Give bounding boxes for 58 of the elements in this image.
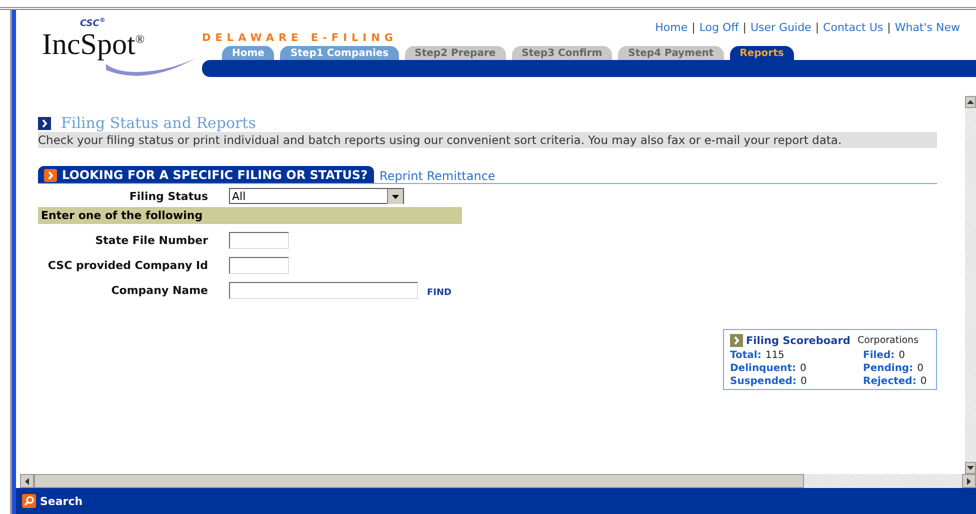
stat-value: 0 <box>920 376 927 387</box>
stat-value: 0 <box>917 363 924 374</box>
stat-label: Filed: <box>863 350 895 361</box>
input-field[interactable] <box>229 257 289 274</box>
top-link[interactable]: User Guide <box>750 21 812 36</box>
top-link[interactable]: What's New <box>894 21 960 36</box>
input-field[interactable] <box>229 282 418 299</box>
nav-tab[interactable]: Step2 Prepare <box>404 46 506 60</box>
scroll-right-icon[interactable] <box>967 478 971 484</box>
stat-value: 0 <box>898 350 906 361</box>
link-separator: | <box>887 21 891 36</box>
link-separator: | <box>692 21 696 36</box>
field-label: State File Number <box>94 234 209 247</box>
horizontal-scrollbar[interactable] <box>20 474 976 488</box>
find-link[interactable]: FIND <box>427 288 452 298</box>
top-link[interactable]: Log Off <box>699 21 739 36</box>
link-separator: | <box>742 21 746 36</box>
group-heading: Enter one of the following <box>38 207 462 224</box>
stat-label: Rejected: <box>863 376 916 387</box>
section-tab[interactable]: LOOKING FOR A SPECIFIC FILING OR STATUS? <box>38 166 374 183</box>
chevron-icon <box>44 168 57 182</box>
intro-text: Check your filing status or print individual and batch reports using our convenient sort criteria. You may also fax or e-mail your report data. <box>38 132 937 148</box>
logo-text: IncSpot$^{®}$ <box>42 30 144 60</box>
scoreboard-scope: Corporations <box>857 335 919 346</box>
nav-tab[interactable]: Home <box>222 46 274 60</box>
dropdown-arrow-icon <box>387 188 403 204</box>
top-link[interactable]: Home <box>655 21 688 36</box>
scroll-up-icon[interactable] <box>967 100 974 104</box>
link-separator: | <box>815 21 820 36</box>
stat-label: Suspended: <box>730 376 796 387</box>
nav-tab[interactable]: Reports <box>730 46 794 60</box>
input-field[interactable] <box>229 232 289 249</box>
status-dropdown[interactable]: All <box>229 188 404 204</box>
field-label: CSC provided Company Id <box>46 259 209 272</box>
chevron-icon <box>38 116 51 130</box>
section-tab[interactable]: Reprint Remittance <box>374 169 502 183</box>
field-label: Filing Status <box>128 190 209 202</box>
nav-tab[interactable]: Step1 Companies <box>280 46 399 60</box>
nav-tab[interactable]: Step3 Confirm <box>512 46 612 60</box>
vertical-scrollbar[interactable] <box>965 96 976 474</box>
scroll-left-icon[interactable] <box>25 478 29 484</box>
logo-small-text: CSC$^{®}$ <box>80 17 106 29</box>
search-link[interactable]: Search <box>40 494 83 508</box>
chevron-icon <box>730 334 743 347</box>
field-label: Company Name <box>110 284 209 297</box>
stat-value: 115 <box>765 350 784 361</box>
site-title: DELAWARE E-FILING <box>202 32 398 44</box>
scoreboard-title[interactable]: Filing Scoreboard <box>746 334 850 346</box>
stat-value: 0 <box>800 376 807 387</box>
search-icon <box>22 494 36 508</box>
page-title: Filing Status and Reports <box>61 114 256 132</box>
stat-label: Pending: <box>863 363 914 374</box>
stat-label: Total: <box>730 350 762 361</box>
nav-tab[interactable]: Step4 Payment <box>618 46 724 60</box>
scroll-down-icon[interactable] <box>967 466 974 470</box>
top-link[interactable]: Contact Us <box>823 21 884 36</box>
stat-value: 0 <box>800 363 806 374</box>
stat-label: Delinquent: <box>730 363 796 374</box>
